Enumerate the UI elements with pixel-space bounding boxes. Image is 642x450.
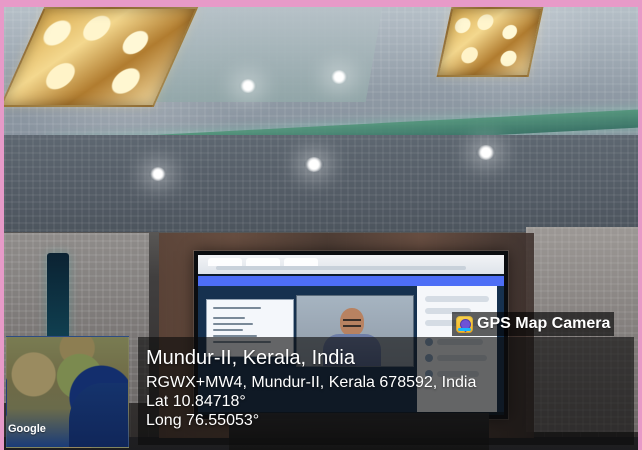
ceiling-light: [476, 145, 496, 160]
location-caption: Mundur-II, Kerala, India RGWX+MW4, Mundu…: [146, 346, 476, 431]
ceiling-light: [304, 157, 324, 172]
vertical-wall-sign: [47, 253, 69, 345]
longitude-text: Long 76.55053°: [146, 412, 260, 430]
photo-frame: Google GPS Map Camera Mundur-II, Kerala,…: [0, 0, 642, 450]
ceiling-light: [149, 167, 167, 181]
meeting-toolbar: [198, 276, 504, 286]
address-bar: [216, 266, 466, 270]
slide-text-line: [213, 317, 245, 319]
ceiling-light: [330, 70, 348, 84]
slide-text-line: [213, 329, 243, 331]
gps-camera-label: GPS Map Camera: [477, 315, 611, 332]
gps-camera-badge: GPS Map Camera: [452, 312, 615, 336]
gps-map-camera-icon: [456, 315, 473, 333]
slide-text-line: [213, 323, 253, 325]
browser-chrome: [198, 255, 504, 274]
decorative-ceiling-panel-right: [436, 7, 544, 77]
browser-tab: [284, 258, 318, 266]
map-water: [69, 383, 128, 447]
browser-tab: [208, 258, 242, 266]
slide-text-line: [213, 307, 261, 309]
speaker-glasses: [343, 319, 361, 327]
browser-tab: [246, 258, 280, 266]
map-label: Google: [8, 423, 46, 435]
panel-item: [425, 296, 489, 302]
latitude-text: Lat 10.84718°: [146, 393, 246, 411]
location-address: RGWX+MW4, Mundur-II, Kerala 678592, Indi…: [146, 374, 477, 391]
location-title: Mundur-II, Kerala, India: [146, 347, 355, 369]
ceiling-light: [239, 79, 257, 93]
